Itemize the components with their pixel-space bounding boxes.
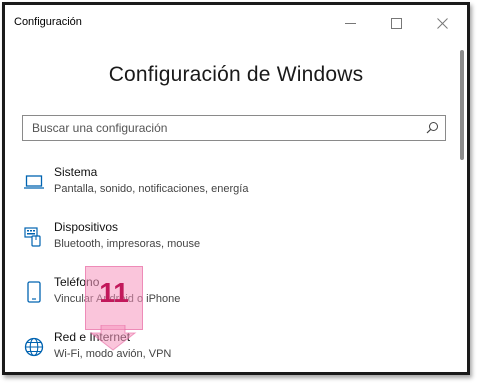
search-box[interactable] <box>22 115 446 141</box>
step-callout: 11 <box>85 266 143 330</box>
category-description: Pantalla, sonido, notificaciones, energí… <box>54 183 249 195</box>
close-button[interactable] <box>419 5 465 41</box>
category-description: Bluetooth, impresoras, mouse <box>54 238 201 250</box>
category-sistema[interactable]: Sistema Pantalla, sonido, notificaciones… <box>19 165 429 213</box>
search-icon[interactable] <box>426 121 439 134</box>
category-telefono[interactable]: Teléfono Vincular Android o iPhone <box>19 275 429 323</box>
minimize-button[interactable] <box>327 5 373 41</box>
window-controls <box>327 5 465 41</box>
step-number: 11 <box>99 277 129 308</box>
page-title: Configuración de Windows <box>108 63 364 86</box>
callout-arrow-icon <box>89 325 137 351</box>
maximize-icon <box>390 17 402 29</box>
category-title: Sistema <box>54 165 98 179</box>
maximize-button[interactable] <box>373 5 419 41</box>
category-red-internet[interactable]: Red e Internet Wi-Fi, modo avión, VPN <box>19 330 429 372</box>
phone-icon <box>23 281 45 303</box>
close-icon <box>436 17 448 29</box>
laptop-icon <box>23 171 45 193</box>
keyboard-icon <box>23 226 45 248</box>
scrollbar[interactable] <box>460 50 464 160</box>
settings-window: Configuración Configuración de Windows B… <box>2 2 470 375</box>
minimize-icon <box>344 22 356 24</box>
title-bar: Configuración <box>5 5 467 41</box>
category-dispositivos[interactable]: Dispositivos Bluetooth, impresoras, mous… <box>19 220 429 268</box>
search-input[interactable] <box>23 116 418 140</box>
category-title: Dispositivos <box>54 220 119 234</box>
globe-icon <box>23 336 45 358</box>
window-title: Configuración <box>14 16 82 28</box>
